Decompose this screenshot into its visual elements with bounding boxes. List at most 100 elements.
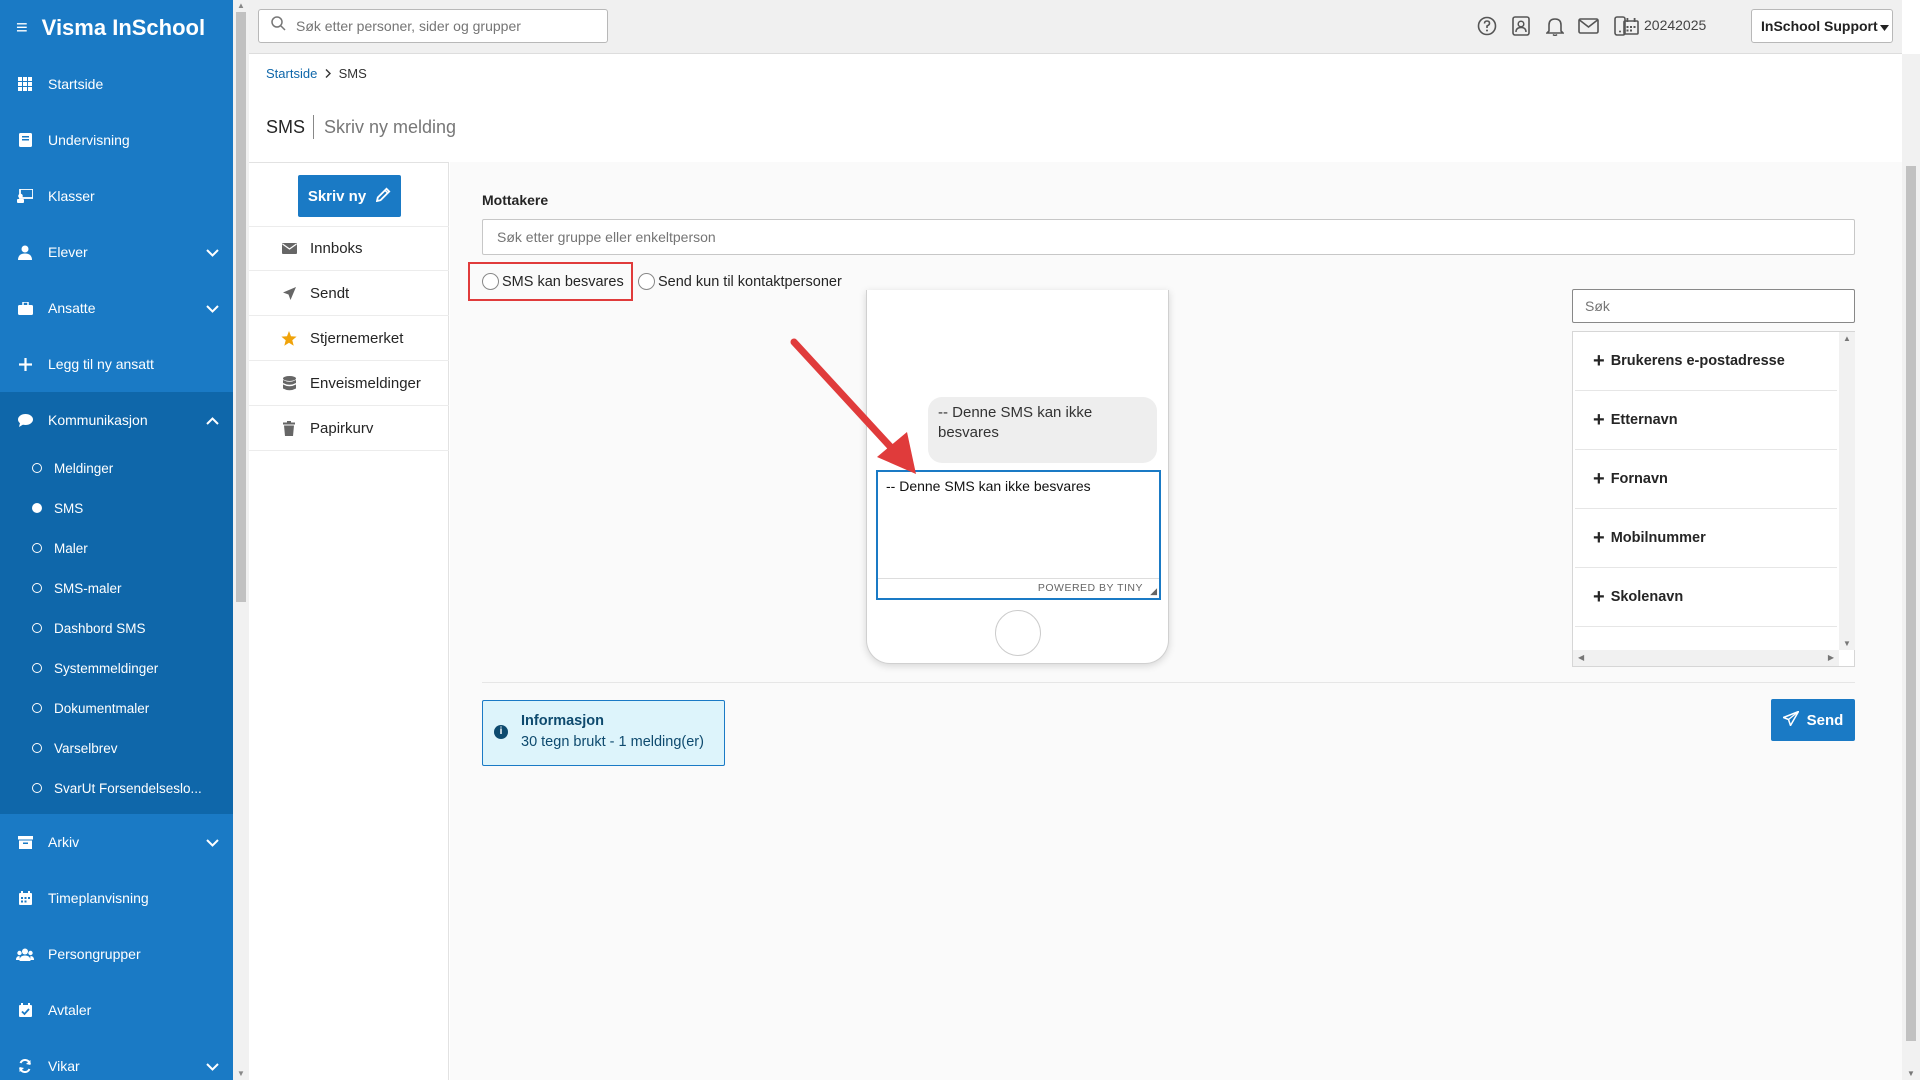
sidebar-item-avtaler[interactable]: Avtaler — [0, 982, 233, 1038]
page-title: SMS Skriv ny melding — [266, 115, 456, 139]
breadcrumb-home-link[interactable]: Startside — [266, 66, 317, 81]
app-brand: ≡ Visma InSchool — [0, 0, 233, 56]
scroll-down-arrow-icon[interactable]: ▼ — [1907, 1069, 1915, 1078]
placeholder-item[interactable]: + Etternavn — [1575, 391, 1837, 450]
scroll-left-arrow-icon[interactable]: ◀ — [1578, 653, 1584, 662]
sidebar-item-undervisning[interactable]: Undervisning — [0, 112, 233, 168]
app-title[interactable]: Visma InSchool — [42, 15, 205, 41]
placeholder-label: Brukerens e-postadresse — [1610, 353, 1785, 369]
contacts-only-checkbox-row: Send kun til kontaktpersoner — [638, 262, 842, 301]
main-scroll-thumb[interactable] — [1906, 166, 1916, 1041]
sidebar-item-legg-til-ny-ansatt[interactable]: Legg til ny ansatt — [0, 336, 233, 392]
sidebar-item-kommunikasjon[interactable]: Kommunikasjon — [0, 392, 233, 448]
sidebar-subitem-maler[interactable]: Maler — [0, 528, 233, 568]
scroll-down-arrow-icon[interactable]: ▼ — [237, 1070, 245, 1078]
compose-new-button[interactable]: Skriv ny — [298, 175, 401, 217]
placeholder-horizontal-scrollbar[interactable]: ◀ ▶ — [1573, 650, 1839, 666]
main-scrollbar[interactable]: ▼ — [1902, 54, 1920, 1080]
sidebar-item-ansatte[interactable]: Ansatte — [0, 280, 233, 336]
resize-grip-icon[interactable]: ◢ — [1150, 587, 1157, 596]
circle-icon — [32, 623, 42, 633]
sidebar-item-label: Timeplanvisning — [48, 890, 149, 906]
contacts-only-checkbox-label[interactable]: Send kun til kontaktpersoner — [658, 274, 842, 290]
sidebar-subitem-sms-maler[interactable]: SMS-maler — [0, 568, 233, 608]
scroll-right-arrow-icon[interactable]: ▶ — [1828, 653, 1834, 662]
sidebar-subitem-label: Maler — [54, 540, 88, 556]
folder-item-stjernemerket[interactable]: Stjernemerket — [249, 316, 449, 361]
sms-text-editor[interactable]: -- Denne SMS kan ikke besvares POWERED B… — [876, 470, 1161, 600]
help-icon[interactable] — [1476, 15, 1498, 37]
placeholder-item[interactable]: + Mobilnummer — [1575, 509, 1837, 568]
sidebar-item-persongrupper[interactable]: Persongrupper — [0, 926, 233, 982]
sidebar-item-arkiv[interactable]: Arkiv — [0, 814, 233, 870]
placeholder-item[interactable]: + Fornavn — [1575, 450, 1837, 509]
sidebar-item-label: Undervisning — [48, 132, 130, 148]
global-search-box[interactable] — [258, 9, 608, 43]
folder-item-innboks[interactable]: Innboks — [249, 226, 449, 271]
sidebar-subitem-label: Dashbord SMS — [54, 620, 146, 636]
placeholder-search-input[interactable] — [1572, 289, 1855, 323]
classroom-icon — [16, 187, 34, 205]
sidebar-item-startside[interactable]: Startside — [0, 56, 233, 112]
contact-card-icon[interactable] — [1510, 15, 1532, 37]
user-menu-button[interactable]: InSchool Support — [1751, 9, 1893, 43]
sidebar-item-label: Vikar — [48, 1058, 80, 1074]
contacts-only-checkbox[interactable] — [638, 273, 655, 290]
sidebar-subitem-varselbrev[interactable]: Varselbrev — [0, 728, 233, 768]
sms-reply-checkbox-label[interactable]: SMS kan besvares — [502, 274, 624, 290]
sidebar-item-vikar[interactable]: Vikar — [0, 1038, 233, 1080]
sidebar-subitem-meldinger[interactable]: Meldinger — [0, 448, 233, 488]
sidebar-item-label: Klasser — [48, 188, 95, 204]
archive-icon — [16, 833, 34, 851]
chevron-down-icon[interactable] — [206, 1058, 219, 1074]
sidebar-subitem-label: Varselbrev — [54, 740, 118, 756]
hamburger-menu-icon[interactable]: ≡ — [16, 17, 28, 40]
chevron-down-icon[interactable] — [206, 244, 219, 260]
scroll-up-arrow-icon[interactable]: ▲ — [237, 2, 245, 10]
page-subtitle: Skriv ny melding — [324, 116, 457, 137]
placeholder-item[interactable]: + Skolenavn — [1575, 568, 1837, 627]
global-search-input[interactable] — [296, 18, 596, 34]
folder-item-enveismeldinger[interactable]: Enveismeldinger — [249, 361, 449, 406]
breadcrumb-current: SMS — [338, 66, 367, 81]
scroll-down-arrow-icon[interactable]: ▼ — [1843, 639, 1851, 648]
sidebar-subitem-label: SMS-maler — [54, 580, 122, 596]
folder-item-label: Papirkurv — [310, 419, 374, 437]
scroll-up-arrow-icon[interactable]: ▲ — [1843, 334, 1851, 343]
section-divider — [482, 682, 1855, 683]
chevron-down-icon[interactable] — [206, 834, 219, 850]
sidebar-item-label: Arkiv — [48, 834, 80, 850]
placeholder-vertical-scrollbar[interactable]: ▲ ▼ — [1839, 332, 1855, 650]
placeholder-label: Skolenavn — [1610, 589, 1684, 605]
circle-icon — [32, 783, 42, 793]
recipients-input[interactable] — [482, 219, 1855, 255]
sms-reply-checkbox[interactable] — [482, 273, 499, 290]
plus-icon: + — [1593, 468, 1605, 490]
send-button[interactable]: Send — [1771, 699, 1855, 741]
sidebar-item-timeplanvisning[interactable]: Timeplanvisning — [0, 870, 233, 926]
sidebar-subitem-systemmeldinger[interactable]: Systemmeldinger — [0, 648, 233, 688]
sidebar-subitem-sms[interactable]: SMS — [0, 488, 233, 528]
sidebar-scrollbar[interactable]: ▲ ▼ — [233, 0, 249, 1080]
placeholder-item[interactable]: + Brukerens e-postadresse — [1575, 332, 1837, 391]
chevron-up-icon[interactable] — [206, 412, 219, 428]
sidebar-subitem-svarut[interactable]: SvarUt Forsendelseslo... — [0, 768, 233, 808]
sidebar-scroll-thumb[interactable] — [236, 12, 246, 602]
sidebar-item-elever[interactable]: Elever — [0, 224, 233, 280]
folder-item-sendt[interactable]: Sendt — [249, 271, 449, 316]
chevron-down-icon[interactable] — [206, 300, 219, 316]
info-text: 30 tegn brukt - 1 melding(er) — [521, 734, 704, 750]
sidebar-subitem-dokumentmaler[interactable]: Dokumentmaler — [0, 688, 233, 728]
student-icon — [16, 243, 34, 261]
circle-icon — [32, 663, 42, 673]
calendar-icon[interactable] — [1621, 15, 1641, 37]
sidebar-item-klasser[interactable]: Klasser — [0, 168, 233, 224]
bell-icon[interactable] — [1544, 15, 1566, 37]
folder-item-papirkurv[interactable]: Papirkurv — [249, 406, 449, 451]
envelope-icon[interactable] — [1577, 15, 1599, 37]
grid-icon — [16, 75, 34, 93]
info-icon: i — [494, 725, 508, 739]
school-year-label[interactable]: 20242025 — [1644, 17, 1706, 33]
sidebar-subitem-dashbord-sms[interactable]: Dashbord SMS — [0, 608, 233, 648]
folder-item-label: Sendt — [310, 284, 350, 302]
